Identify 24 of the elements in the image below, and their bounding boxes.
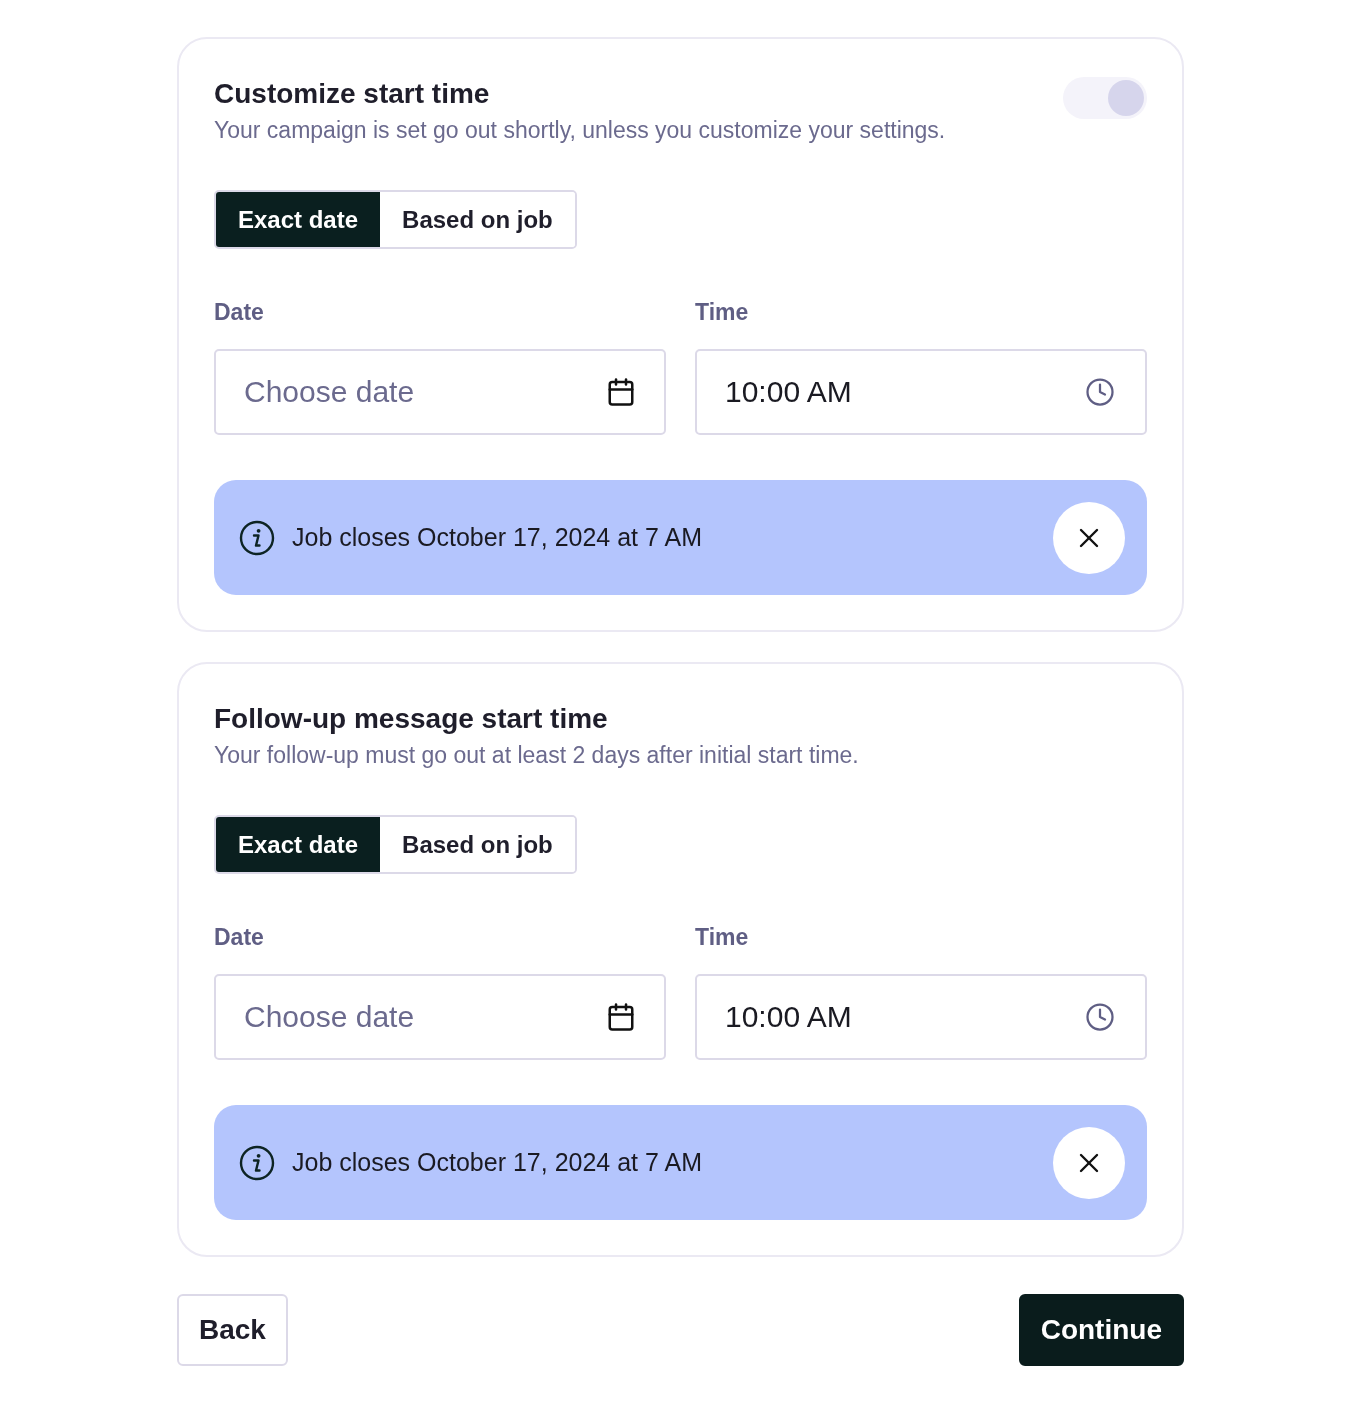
segment-tab[interactable]: Exact date (216, 817, 381, 872)
card-title: Customize start time (214, 77, 491, 111)
field-label: Date (214, 298, 265, 326)
date-field[interactable]: Choose date (214, 974, 666, 1060)
field-label: Time (695, 923, 750, 951)
field-label: Time (695, 298, 750, 326)
card-title: Follow-up message start time (214, 702, 609, 736)
info-icon (239, 1144, 275, 1181)
info-icon (239, 519, 275, 556)
date-field[interactable]: Choose date (214, 349, 666, 435)
field-label: Date (214, 923, 265, 951)
continue-button[interactable]: Continue (1018, 1294, 1184, 1366)
calendar-icon (606, 377, 636, 407)
card-description: Your campaign is set go out shortly, unless you customize your settings. (214, 116, 946, 145)
time-field[interactable]: 10:00 AM (695, 349, 1147, 435)
time-field[interactable]: 10:00 AM (695, 974, 1147, 1060)
banner-text: Job closes October 17, 2024 at 7 AM (292, 521, 703, 553)
card-description: Your follow-up must go out at least 2 days after initial start time. (214, 741, 859, 770)
clock-icon (1085, 1002, 1115, 1032)
calendar-icon (606, 1002, 636, 1032)
back-button[interactable]: Back (177, 1294, 288, 1366)
clock-icon (1085, 377, 1115, 407)
segment-tab[interactable]: Exact date (216, 192, 381, 247)
banner-text: Job closes October 17, 2024 at 7 AM (292, 1146, 703, 1178)
